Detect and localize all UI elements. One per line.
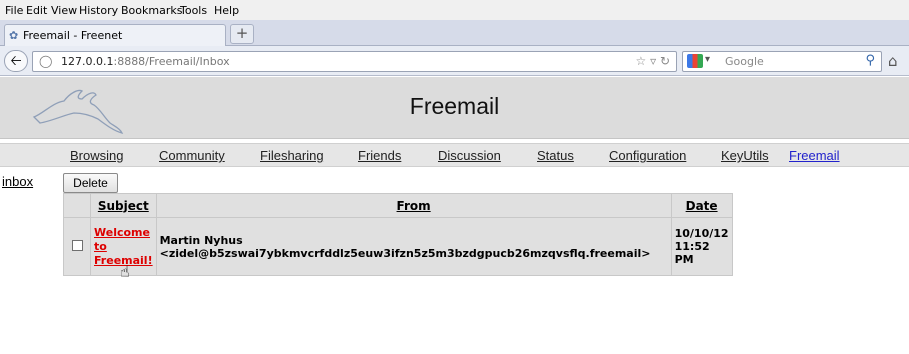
- home-icon[interactable]: ⌂: [888, 52, 898, 70]
- globe-icon: ◯: [39, 54, 53, 68]
- select-column-header: [63, 193, 91, 218]
- search-placeholder: Google: [725, 55, 764, 68]
- row-select-cell: [63, 217, 91, 276]
- freenet-rabbit-icon: ✿: [9, 29, 19, 42]
- folder-inbox-link[interactable]: inbox: [2, 174, 33, 189]
- page-title: Freemail: [409, 93, 500, 119]
- menu-file[interactable]: File: [5, 4, 23, 17]
- date-line: 11:52: [674, 240, 710, 253]
- url-bar[interactable]: ◯ 127.0.0.1:8888/Freemail/Inbox ☆ ▿ ↻: [32, 51, 677, 72]
- message-subject-link[interactable]: Welcome to Freemail!: [94, 226, 153, 267]
- bookmark-star-icon[interactable]: ☆ ▿ ↻: [636, 54, 670, 68]
- tab-title: Freemail - Freenet: [23, 29, 123, 42]
- from-column-header[interactable]: From: [155, 193, 672, 218]
- back-button[interactable]: 🡠: [4, 50, 28, 72]
- engine-dropdown-icon[interactable]: ▾: [705, 54, 710, 65]
- url-path: :8888/Freemail/Inbox: [113, 55, 230, 68]
- date-cell: 10/10/12 11:52 PM: [670, 217, 733, 276]
- message-checkbox[interactable]: [71, 239, 83, 251]
- menu-bar: File Edit View History Bookmarks Tools H…: [0, 0, 909, 20]
- search-icon[interactable]: ⚲: [865, 53, 875, 68]
- menu-edit[interactable]: Edit: [26, 4, 47, 17]
- subject-column-header[interactable]: Subject: [90, 193, 157, 218]
- nav-community[interactable]: Community: [159, 148, 225, 163]
- menu-history[interactable]: History: [79, 4, 118, 17]
- from-cell: Martin Nyhus <zidel@b5zswai7ybkmvcrfddlz…: [155, 217, 672, 276]
- tab-strip: ✿ Freemail - Freenet +: [0, 20, 909, 46]
- menu-tools[interactable]: Tools: [180, 4, 207, 17]
- nav-status[interactable]: Status: [537, 148, 574, 163]
- sender-name: Martin Nyhus: [159, 233, 243, 247]
- hand-cursor-icon: ☝: [120, 262, 130, 281]
- menu-view[interactable]: View: [51, 4, 77, 17]
- tab-freemail[interactable]: ✿ Freemail - Freenet: [4, 24, 226, 46]
- nav-keyutils[interactable]: KeyUtils: [721, 148, 769, 163]
- message-table: Subject From Date Welcome to Freemail! M…: [63, 193, 733, 276]
- table-header-row: Subject From Date: [63, 193, 733, 218]
- nav-friends[interactable]: Friends: [358, 148, 401, 163]
- nav-browsing[interactable]: Browsing: [70, 148, 123, 163]
- date-line: PM: [674, 253, 694, 266]
- subject-line: Welcome: [94, 225, 150, 239]
- nav-freemail[interactable]: Freemail: [789, 148, 840, 163]
- delete-button[interactable]: Delete: [63, 173, 118, 193]
- new-tab-button[interactable]: +: [230, 24, 254, 44]
- date-line: 10/10/12: [674, 227, 729, 240]
- back-arrow-icon: 🡠: [10, 53, 22, 69]
- page-header: Freemail: [0, 77, 909, 139]
- sender-address: <zidel@b5zswai7ybkmvcrfddlz5euw3ifzn5z5m…: [159, 246, 651, 260]
- table-row[interactable]: Welcome to Freemail! Martin Nyhus <zidel…: [63, 217, 733, 276]
- menu-bookmarks[interactable]: Bookmarks: [121, 4, 182, 17]
- url-host: 127.0.0.1: [61, 55, 114, 68]
- nav-filesharing[interactable]: Filesharing: [260, 148, 324, 163]
- date-column-header[interactable]: Date: [670, 193, 733, 218]
- reload-icon[interactable]: ↻: [660, 54, 670, 68]
- menu-help[interactable]: Help: [214, 4, 239, 17]
- search-engine-icon[interactable]: [687, 54, 703, 68]
- subject-line: to: [94, 239, 107, 253]
- nav-configuration[interactable]: Configuration: [609, 148, 686, 163]
- search-bar[interactable]: ▾ Google ⚲: [682, 51, 882, 72]
- nav-discussion[interactable]: Discussion: [438, 148, 501, 163]
- navigation-bar: 🡠 ◯ 127.0.0.1:8888/Freemail/Inbox ☆ ▿ ↻ …: [0, 46, 909, 76]
- site-nav: Browsing Community Filesharing Friends D…: [0, 143, 909, 167]
